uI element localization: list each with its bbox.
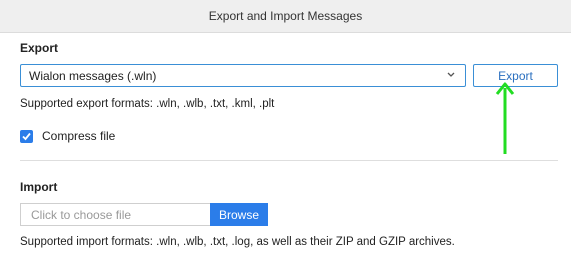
section-divider [20,160,558,161]
compress-file-checkbox[interactable] [20,130,33,143]
export-format-value: Wialon messages (.wln) [29,68,157,83]
arrow-up-icon [495,82,515,154]
dialog-title: Export and Import Messages [208,9,363,23]
file-choose-input[interactable]: Click to choose file [20,203,210,226]
import-supported-formats: Supported import formats: .wln, .wlb, .t… [20,236,455,248]
export-supported-formats: Supported export formats: .wln, .wlb, .t… [20,98,275,110]
compress-file-label: Compress file [42,129,116,143]
import-heading: Import [20,180,58,194]
export-format-select[interactable]: Wialon messages (.wln) [20,64,466,87]
chevron-down-icon [447,72,455,77]
file-input-placeholder: Click to choose file [31,207,132,222]
browse-button[interactable]: Browse [210,203,268,226]
export-heading: Export [20,41,59,55]
dialog-title-bar: Export and Import Messages [0,0,571,33]
checkmark-icon [22,132,31,141]
